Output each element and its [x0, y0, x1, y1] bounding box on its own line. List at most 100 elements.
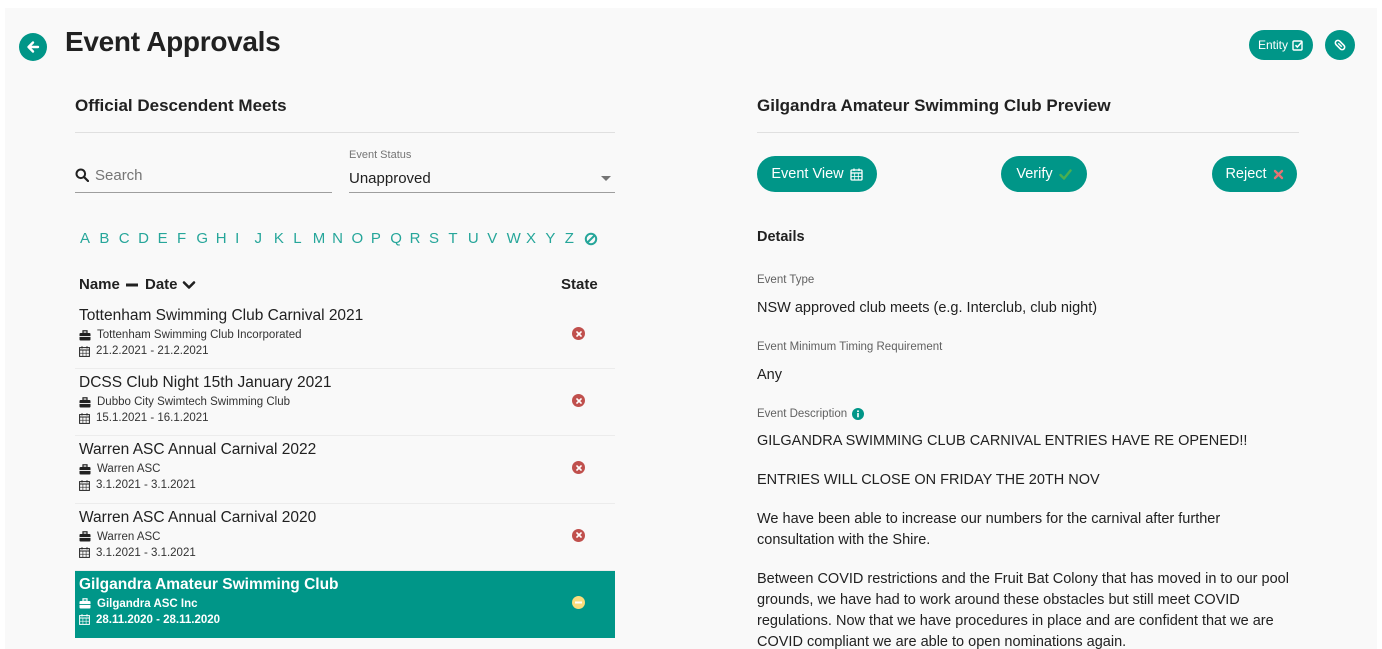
event-type-value: NSW approved club meets (e.g. Interclub,…: [757, 300, 1098, 316]
chevron-down-icon: [182, 280, 195, 289]
rejected-icon: [572, 528, 585, 542]
alphabet-letter[interactable]: N: [332, 230, 351, 247]
row-dates: 3.1.2021 - 3.1.2021: [79, 478, 615, 492]
alphabet-letter[interactable]: K: [274, 230, 293, 247]
clear-filter-icon[interactable]: [584, 232, 598, 246]
briefcase-icon: [79, 598, 91, 609]
row-club-name: Gilgandra ASC Inc: [97, 597, 198, 610]
arrow-left-icon: [27, 41, 40, 53]
alphabet-letter[interactable]: F: [177, 230, 196, 247]
alphabet-letter[interactable]: D: [138, 230, 157, 247]
info-icon[interactable]: [852, 408, 865, 420]
row-club: Warren ASC: [79, 530, 615, 544]
reject-button[interactable]: Reject: [1212, 156, 1297, 192]
row-date-range: 3.1.2021 - 3.1.2021: [96, 546, 196, 559]
alphabet-letter[interactable]: J: [255, 230, 274, 247]
timing-requirement-label: Event Minimum Timing Requirement: [757, 341, 943, 353]
reject-label: Reject: [1225, 166, 1267, 182]
alphabet-letter[interactable]: C: [119, 230, 138, 247]
alphabet-letter[interactable]: U: [468, 230, 487, 247]
briefcase-icon: [79, 531, 91, 542]
alphabet-letter[interactable]: O: [351, 230, 370, 247]
calendar-icon: [79, 480, 90, 491]
row-date-range: 21.2.2021 - 21.2.2021: [96, 345, 209, 357]
event-status-select[interactable]: Unapproved: [349, 164, 615, 193]
preview-title: Gilgandra Amateur Swimming Club Preview: [757, 96, 1111, 115]
row-club-name: Warren ASC: [97, 530, 161, 543]
search-field[interactable]: [75, 158, 332, 193]
row-dates: 28.11.2020 - 28.11.2020: [79, 613, 615, 627]
row-title: Warren ASC Annual Carnival 2022: [79, 441, 317, 459]
alphabet-letter[interactable]: B: [99, 230, 118, 247]
right-title-divider: [757, 132, 1299, 133]
calendar-icon: [79, 412, 90, 424]
alphabet-letter[interactable]: Y: [545, 230, 564, 247]
row-title: Warren ASC Annual Carnival 2020: [79, 508, 317, 526]
alphabet-letter[interactable]: M: [313, 230, 332, 247]
page-title: Event Approvals: [65, 26, 281, 57]
attachment-button[interactable]: [1325, 30, 1355, 60]
row-date-range: 28.11.2020 - 28.11.2020: [96, 613, 221, 626]
column-name-label: Name: [79, 276, 120, 293]
alphabet-letter[interactable]: R: [410, 230, 429, 247]
back-button[interactable]: [19, 33, 47, 61]
timing-requirement-value: Any: [757, 367, 782, 383]
alphabet-letter[interactable]: I: [235, 230, 254, 247]
alphabet-letter[interactable]: E: [158, 230, 177, 247]
alphabet-letter[interactable]: Z: [565, 230, 584, 247]
alphabet-filter: ABCDEFGHIJKLMNOPQRSTUVWXYZ: [80, 230, 598, 247]
row-date-range: 15.1.2021 - 16.1.2021: [96, 412, 209, 425]
column-header-date[interactable]: Date: [145, 276, 196, 293]
row-title: Gilgandra Amateur Swimming Club: [79, 575, 339, 593]
alphabet-letter[interactable]: H: [216, 230, 235, 247]
alphabet-letter[interactable]: W: [507, 230, 526, 247]
calendar-icon: [79, 614, 90, 626]
table-row[interactable]: Tottenham Swimming Club Carnival 2021 Tot…: [75, 302, 615, 370]
alphabet-letter[interactable]: X: [526, 230, 545, 247]
row-dates: 21.2.2021 - 21.2.2021: [79, 344, 615, 358]
pending-icon: [572, 595, 585, 609]
row-club-name: Tottenham Swimming Club Incorporated: [97, 329, 302, 341]
alphabet-letter[interactable]: G: [196, 230, 215, 247]
row-club: Tottenham Swimming Club Incorporated: [79, 328, 615, 342]
event-view-button[interactable]: Event View: [757, 156, 877, 192]
table-row[interactable]: Warren ASC Annual Carnival 2022 Warren AS…: [75, 436, 615, 504]
column-header-name[interactable]: Name: [79, 276, 139, 293]
table-row[interactable]: Gilgandra Amateur Swimming Club Gilgandra…: [75, 570, 615, 638]
event-description-label-row: Event Description: [757, 408, 865, 420]
check-icon: [1058, 168, 1072, 180]
row-title: Tottenham Swimming Club Carnival 2021: [79, 307, 364, 324]
row-club: Dubbo City Swimtech Swimming Club: [79, 395, 615, 409]
table-row[interactable]: DCSS Club Night 15th January 2021 Dubbo C…: [75, 369, 615, 437]
row-club-name: Dubbo City Swimtech Swimming Club: [97, 396, 291, 409]
alphabet-letter[interactable]: L: [293, 230, 312, 247]
row-date-range: 3.1.2021 - 3.1.2021: [96, 479, 196, 492]
description-paragraph: We have been able to increase our number…: [757, 511, 1221, 548]
search-icon: [75, 168, 89, 182]
alphabet-letter[interactable]: A: [80, 230, 99, 247]
description-paragraph: Between COVID restrictions and the Fruit…: [757, 571, 1289, 649]
briefcase-icon: [79, 464, 91, 475]
alphabet-letter[interactable]: V: [487, 230, 506, 247]
row-dates: 15.1.2021 - 16.1.2021: [79, 411, 615, 425]
paperclip-icon: [1334, 39, 1346, 51]
column-date-label: Date: [145, 276, 178, 293]
alphabet-letter[interactable]: S: [429, 230, 448, 247]
minus-icon: [125, 283, 138, 286]
verify-button[interactable]: Verify: [1001, 156, 1087, 192]
search-input[interactable]: [95, 166, 315, 184]
verify-label: Verify: [1016, 166, 1053, 182]
event-status-value: Unapproved: [349, 169, 431, 187]
table-row[interactable]: Warren ASC Annual Carnival 2020 Warren AS…: [75, 503, 615, 571]
alphabet-letter[interactable]: T: [448, 230, 467, 247]
description-paragraph: ENTRIES WILL CLOSE ON FRIDAY THE 20TH NO…: [757, 472, 1100, 488]
alphabet-letter[interactable]: P: [371, 230, 390, 247]
entity-button-label: Entity: [1258, 38, 1289, 52]
left-title-divider: [75, 132, 615, 133]
alphabet-letter[interactable]: Q: [390, 230, 409, 247]
briefcase-icon: [79, 396, 91, 408]
entity-button[interactable]: Entity: [1249, 30, 1314, 60]
row-dates: 3.1.2021 - 3.1.2021: [79, 546, 615, 560]
close-icon: [1273, 169, 1283, 179]
description-paragraph: GILGANDRA SWIMMING CLUB CARNIVAL ENTRIES…: [757, 433, 1248, 449]
